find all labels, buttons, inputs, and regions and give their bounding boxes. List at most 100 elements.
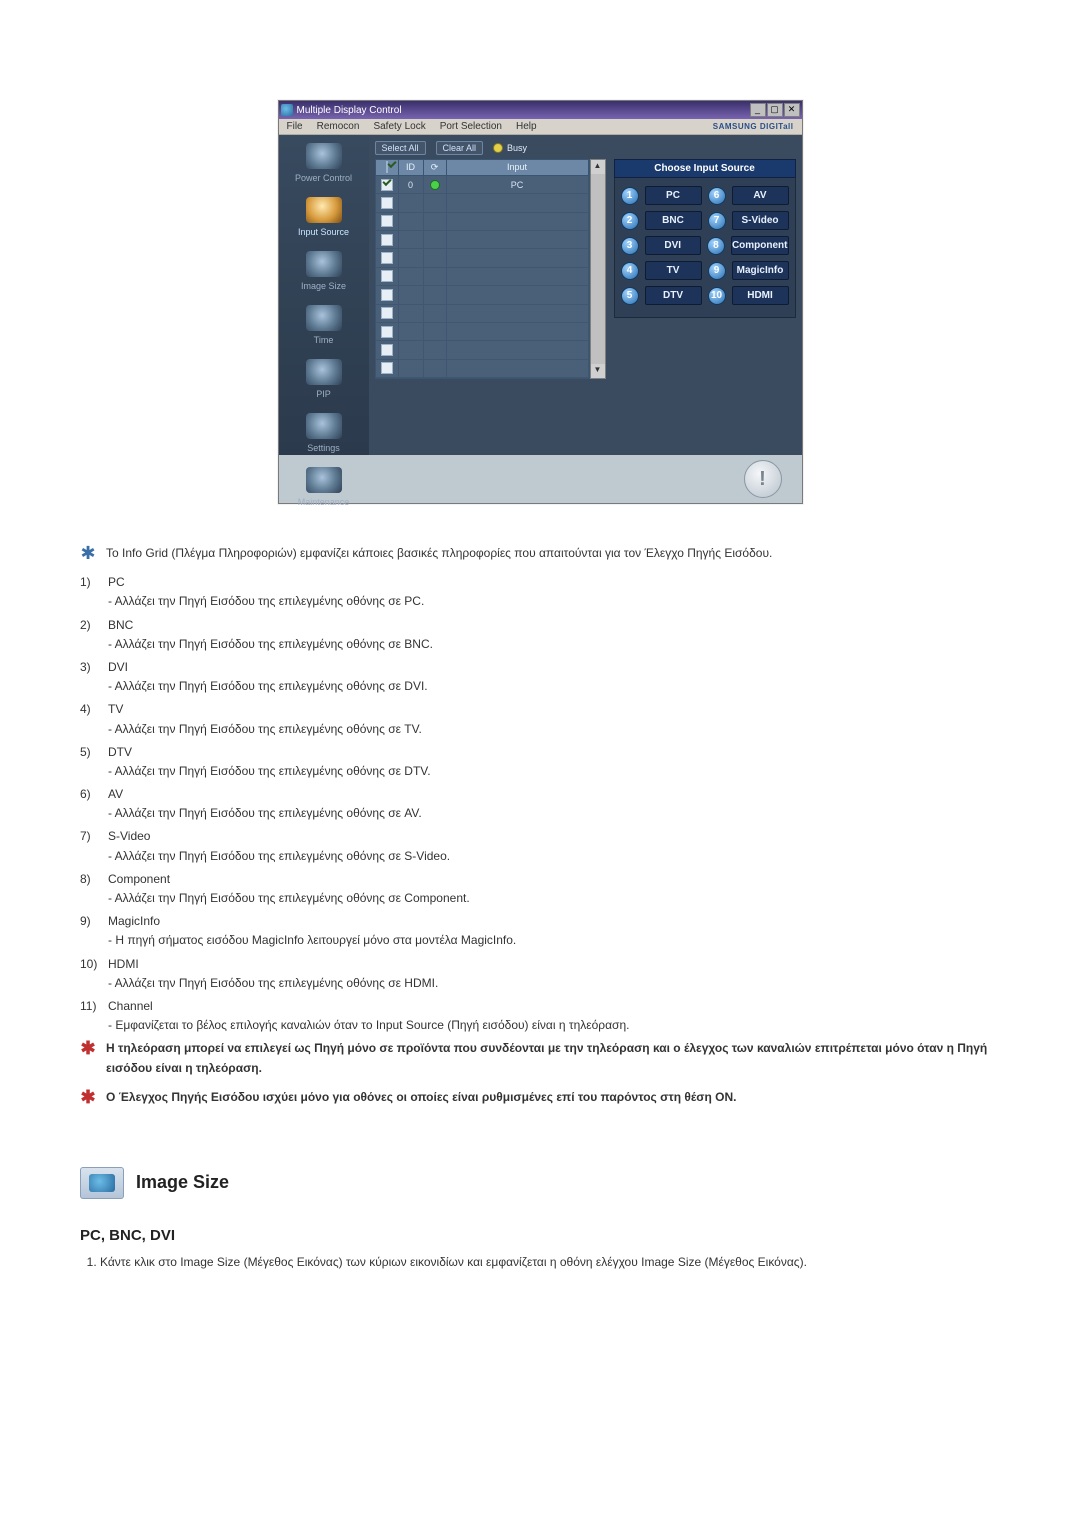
row-id-cell	[399, 323, 424, 340]
row-status-cell	[424, 176, 447, 193]
callout-number-icon: 9	[708, 262, 726, 280]
sidebar-item-time[interactable]: Time	[279, 301, 369, 355]
checkbox-icon[interactable]	[381, 179, 393, 191]
menu-safety-lock[interactable]: Safety Lock	[373, 121, 425, 132]
scroll-down-icon[interactable]: ▼	[591, 364, 605, 378]
input-source-s-video-button[interactable]: S-Video	[732, 211, 789, 230]
busy-label: Busy	[507, 143, 527, 153]
sidebar: Power Control Input Source Image Size Ti…	[279, 135, 369, 455]
table-row[interactable]	[376, 360, 589, 378]
sidebar-item-maintenance[interactable]: Maintenance	[279, 463, 369, 517]
note-item: 1)PC- Αλλάζει την Πηγή Εισόδου της επιλε…	[80, 573, 1000, 611]
checkbox-icon[interactable]	[381, 215, 393, 227]
power-icon[interactable]: !	[744, 460, 782, 498]
row-input-cell	[447, 323, 589, 340]
scroll-up-icon[interactable]: ▲	[591, 160, 605, 174]
note-desc: - Αλλάζει την Πηγή Εισόδου της επιλεγμέν…	[108, 592, 1000, 611]
sidebar-item-label: Input Source	[279, 227, 369, 237]
row-checkbox-cell[interactable]	[376, 360, 399, 377]
input-source-hdmi-button[interactable]: HDMI	[732, 286, 789, 305]
checkbox-icon[interactable]	[381, 289, 393, 301]
image-size-section-icon	[80, 1167, 124, 1199]
image-size-icon	[306, 251, 342, 277]
restore-button[interactable]: ▢	[767, 103, 783, 117]
row-checkbox-cell[interactable]	[376, 213, 399, 230]
titlebar: Multiple Display Control _ ▢ ✕	[279, 101, 802, 119]
row-status-cell	[424, 323, 447, 340]
note-number: 5)	[80, 743, 100, 781]
vertical-scrollbar[interactable]: ▲ ▼	[590, 159, 606, 379]
table-row[interactable]	[376, 341, 589, 359]
input-source-row: 2BNC7S-Video	[621, 211, 789, 230]
table-row[interactable]	[376, 231, 589, 249]
mdc-window: Multiple Display Control _ ▢ ✕ File Remo…	[278, 100, 803, 504]
close-button[interactable]: ✕	[784, 103, 800, 117]
checkbox-icon[interactable]	[381, 234, 393, 246]
checkbox-icon[interactable]	[381, 270, 393, 282]
minimize-button[interactable]: _	[750, 103, 766, 117]
star-icon: ✱	[80, 1088, 96, 1107]
note-desc: - Εμφανίζεται το βέλος επιλογής καναλιών…	[108, 1016, 1000, 1035]
grid-header-check[interactable]	[376, 160, 399, 175]
sidebar-item-pip[interactable]: PIP	[279, 355, 369, 409]
checkbox-icon[interactable]	[381, 362, 393, 374]
note-desc: - Αλλάζει την Πηγή Εισόδου της επιλεγμέν…	[108, 762, 1000, 781]
input-source-tv-button[interactable]: TV	[645, 261, 702, 280]
row-input-cell: PC	[447, 176, 589, 193]
power-control-icon	[306, 143, 342, 169]
menu-port-selection[interactable]: Port Selection	[440, 121, 502, 132]
row-checkbox-cell[interactable]	[376, 249, 399, 266]
sidebar-item-input-source[interactable]: Input Source	[279, 193, 369, 247]
row-status-cell	[424, 231, 447, 248]
select-all-button[interactable]: Select All	[375, 141, 426, 155]
sidebar-item-image-size[interactable]: Image Size	[279, 247, 369, 301]
table-row[interactable]	[376, 286, 589, 304]
menu-file[interactable]: File	[287, 121, 303, 132]
checkbox-icon[interactable]	[381, 326, 393, 338]
maintenance-icon	[306, 467, 342, 493]
subsection-title: PC, BNC, DVI	[80, 1227, 1000, 1244]
menu-remocon[interactable]: Remocon	[317, 121, 360, 132]
checkbox-icon[interactable]	[381, 344, 393, 356]
input-source-component-button[interactable]: Component	[731, 236, 789, 255]
note-body: Channel- Εμφανίζεται το βέλος επιλογής κ…	[108, 997, 1000, 1035]
note-desc: - Η πηγή σήματος εισόδου MagicInfo λειτο…	[108, 931, 1000, 950]
table-row[interactable]	[376, 323, 589, 341]
row-checkbox-cell[interactable]	[376, 268, 399, 285]
row-checkbox-cell[interactable]	[376, 231, 399, 248]
sidebar-item-label: Time	[279, 335, 369, 345]
row-checkbox-cell[interactable]	[376, 286, 399, 303]
row-checkbox-cell[interactable]	[376, 341, 399, 358]
row-checkbox-cell[interactable]	[376, 323, 399, 340]
input-source-row: 1PC6AV	[621, 186, 789, 205]
checkbox-icon[interactable]	[381, 307, 393, 319]
sidebar-item-label: Settings	[279, 443, 369, 453]
table-row[interactable]	[376, 194, 589, 212]
sidebar-item-power-control[interactable]: Power Control	[279, 139, 369, 193]
menu-help[interactable]: Help	[516, 121, 537, 132]
table-row[interactable]	[376, 249, 589, 267]
sidebar-item-settings[interactable]: Settings	[279, 409, 369, 463]
input-source-av-button[interactable]: AV	[732, 186, 789, 205]
table-row[interactable]: 0PC	[376, 176, 589, 194]
input-source-pc-button[interactable]: PC	[645, 186, 702, 205]
note-title: PC	[108, 573, 1000, 592]
table-row[interactable]	[376, 268, 589, 286]
warning-text: Ο Έλεγχος Πηγής Εισόδου ισχύει μόνο για …	[106, 1088, 1000, 1107]
row-checkbox-cell[interactable]	[376, 305, 399, 322]
clear-all-button[interactable]: Clear All	[436, 141, 484, 155]
table-row[interactable]	[376, 213, 589, 231]
row-id-cell	[399, 213, 424, 230]
input-source-magicinfo-button[interactable]: MagicInfo	[732, 261, 789, 280]
row-checkbox-cell[interactable]	[376, 194, 399, 211]
input-source-dvi-button[interactable]: DVI	[645, 236, 701, 255]
input-source-bnc-button[interactable]: BNC	[645, 211, 702, 230]
row-checkbox-cell[interactable]	[376, 176, 399, 193]
note-body: TV- Αλλάζει την Πηγή Εισόδου της επιλεγμ…	[108, 700, 1000, 738]
table-row[interactable]	[376, 305, 589, 323]
input-source-dtv-button[interactable]: DTV	[645, 286, 702, 305]
checkbox-icon[interactable]	[381, 252, 393, 264]
sidebar-item-label: Maintenance	[279, 497, 369, 507]
note-number: 3)	[80, 658, 100, 696]
checkbox-icon[interactable]	[381, 197, 393, 209]
